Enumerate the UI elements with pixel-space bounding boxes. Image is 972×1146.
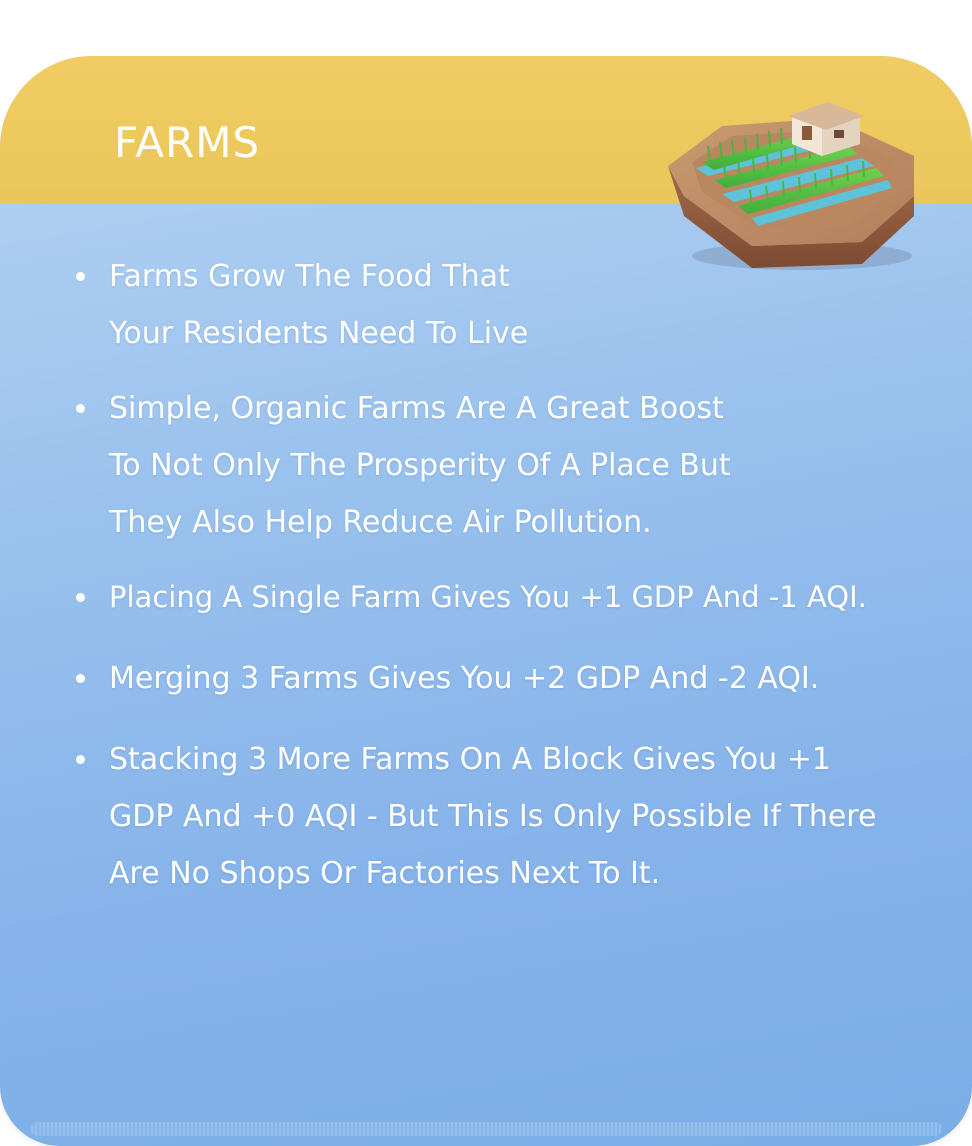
farm-tile-icon: [668, 102, 914, 270]
bullet-text: They Also Help Reduce Air Pollution.: [109, 505, 652, 540]
bullet-text: GDP And +0 AQI - But This Is Only Possib…: [109, 799, 877, 834]
bullet-text: To Not Only The Prosperity Of A Place Bu…: [109, 448, 731, 483]
bullet-dot: [76, 755, 85, 764]
bullet-text: Simple, Organic Farms Are A Great Boost: [109, 391, 724, 426]
bullet-text: Farms Grow The Food That: [109, 259, 510, 294]
card-title: FARMS: [114, 118, 261, 167]
bullet-dot: [76, 272, 85, 281]
bullet-text: Stacking 3 More Farms On A Block Gives Y…: [109, 742, 831, 777]
bullet-dot: [76, 674, 85, 683]
bullet-dot: [76, 593, 85, 602]
bullet-text: Your Residents Need To Live: [109, 316, 529, 351]
bullet-text: Placing A Single Farm Gives You +1 GDP A…: [109, 580, 867, 614]
card-bottom-edge: [30, 1122, 942, 1136]
bullet-text: Are No Shops Or Factories Next To It.: [109, 856, 661, 891]
bullet-dot: [76, 404, 85, 413]
bullet-text: Merging 3 Farms Gives You +2 GDP And -2 …: [109, 661, 820, 696]
